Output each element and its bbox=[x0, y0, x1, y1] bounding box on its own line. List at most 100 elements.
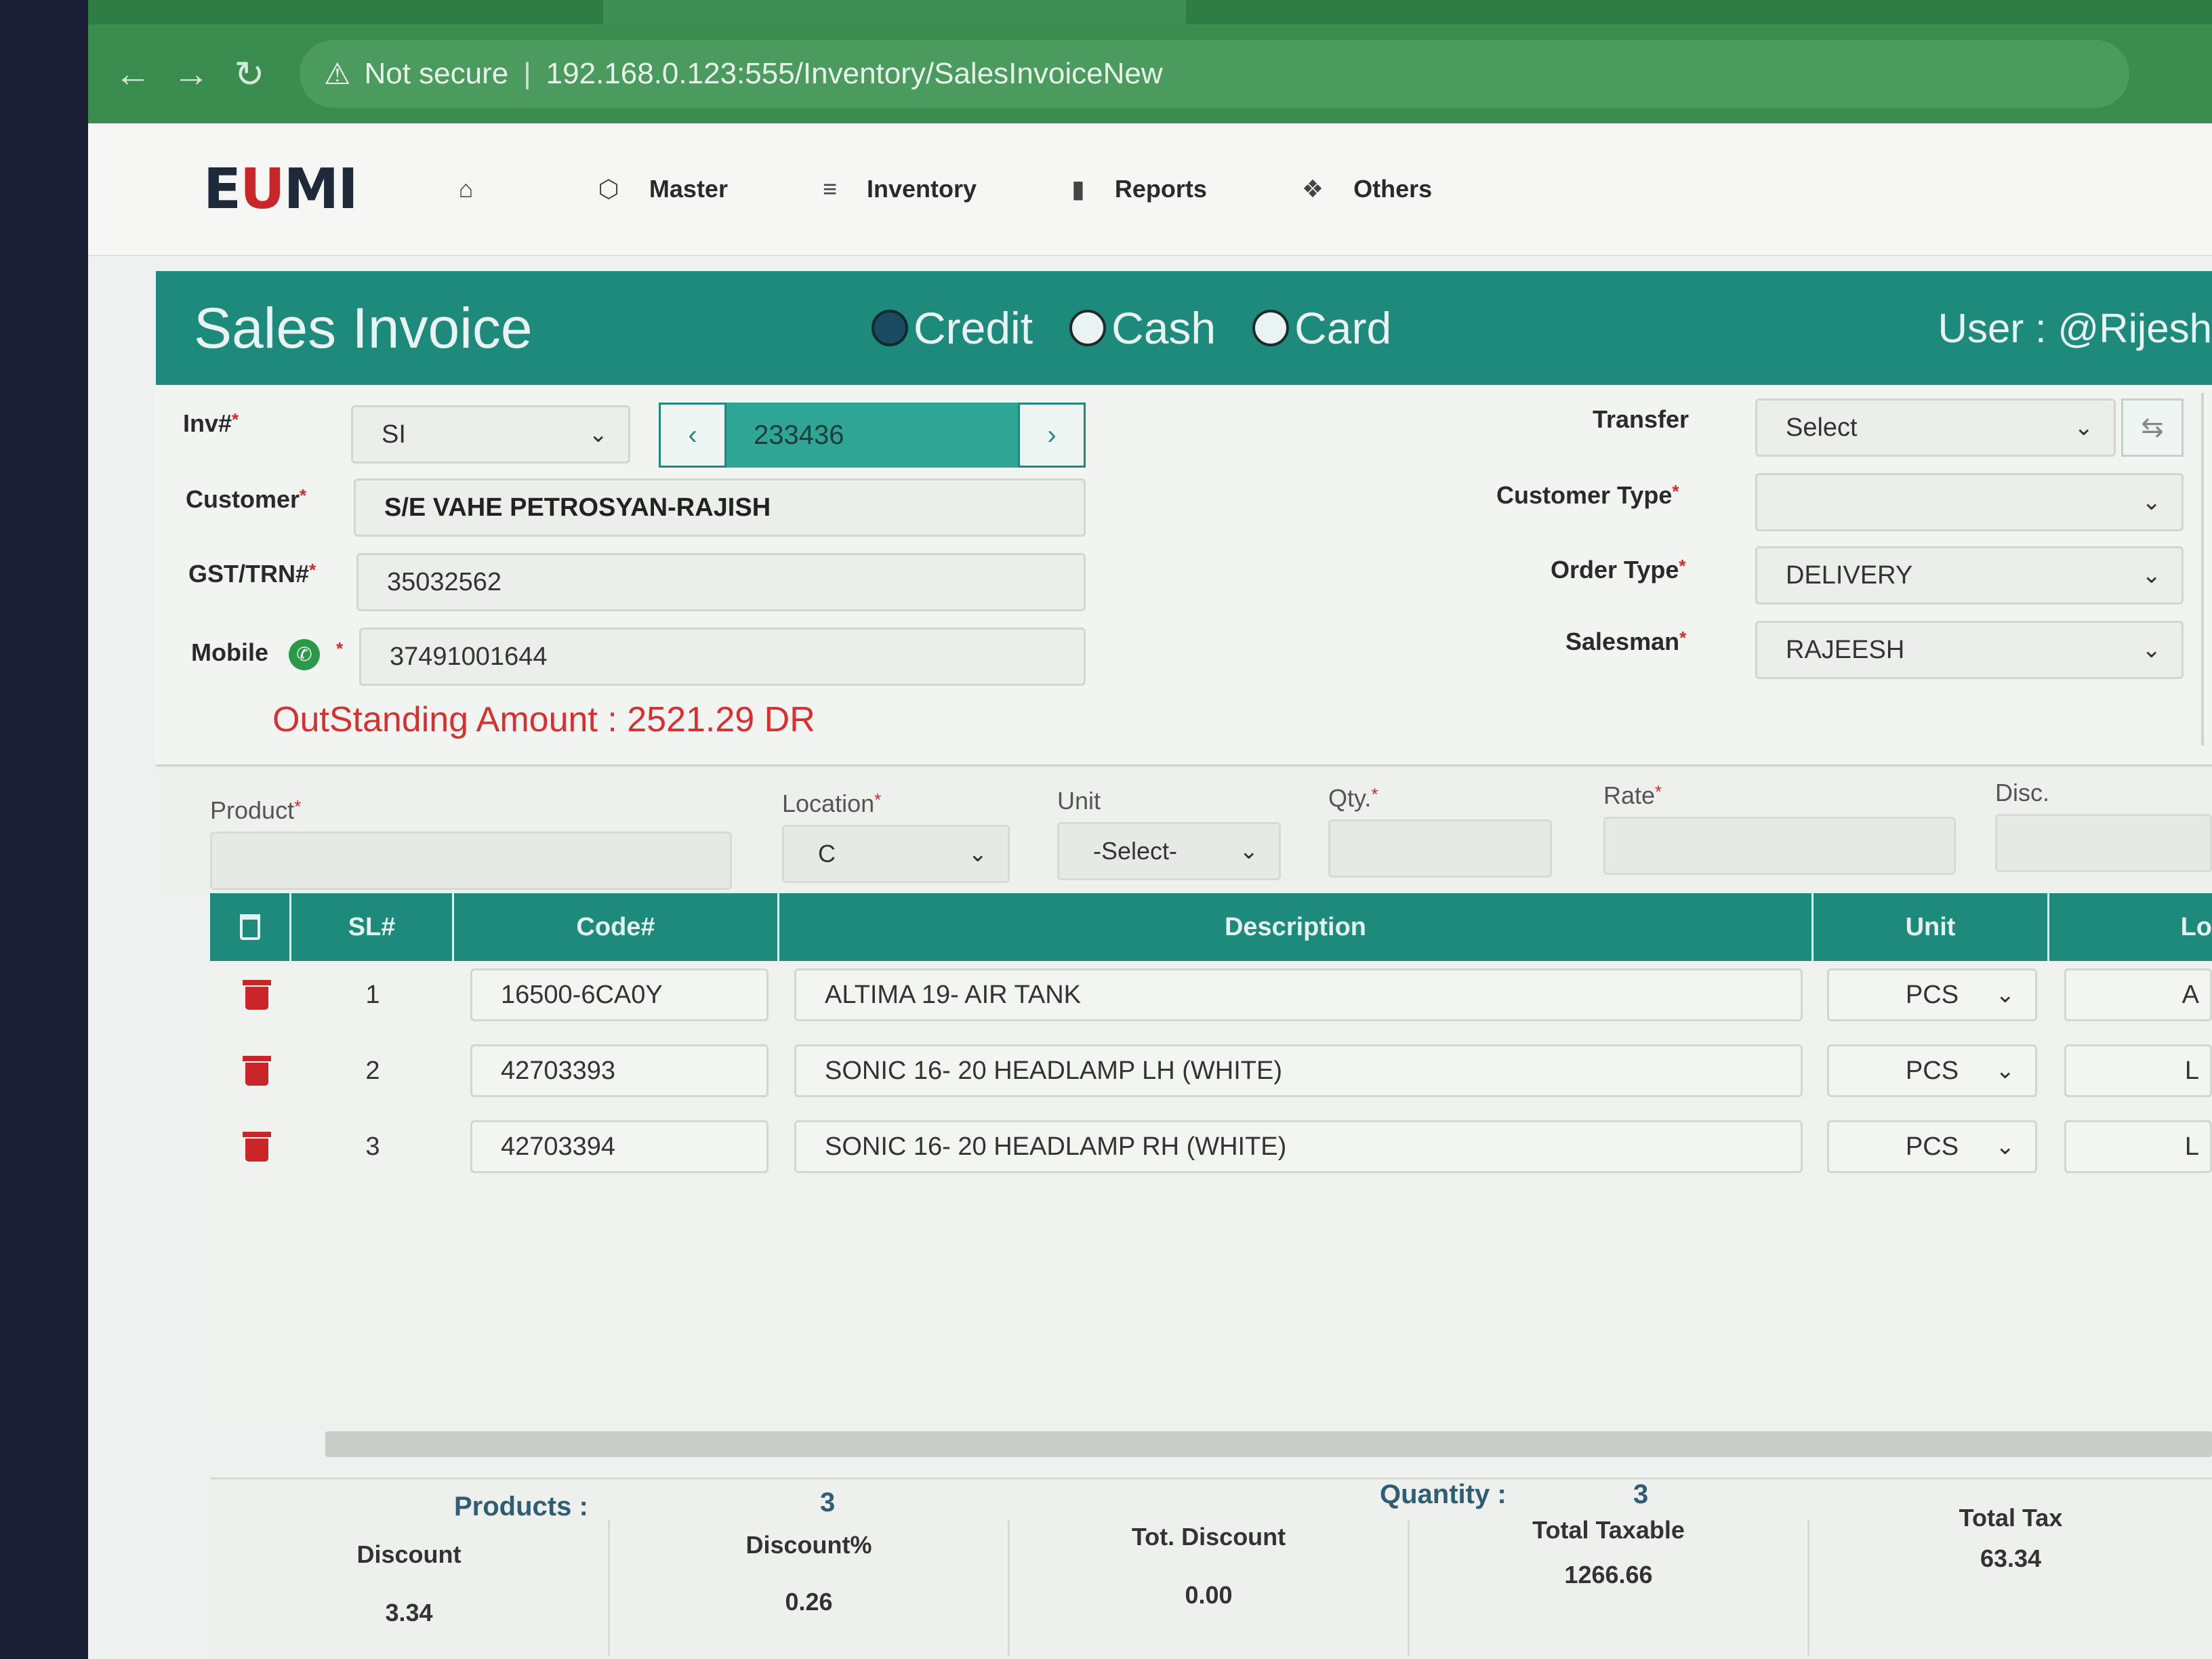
radio-credit[interactable]: Credit bbox=[872, 302, 1033, 354]
row-description[interactable]: SONIC 16- 20 HEADLAMP LH (WHITE) bbox=[794, 1044, 1803, 1097]
chevron-down-icon: ⌄ bbox=[1239, 838, 1259, 864]
forward-icon[interactable]: → bbox=[169, 52, 213, 96]
summary-total-taxable: Total Taxable 1266.66 bbox=[1410, 1516, 1809, 1656]
row-unit-value: PCS bbox=[1905, 1132, 1959, 1161]
order-type-select[interactable]: DELIVERY ⌄ bbox=[1755, 546, 2184, 605]
radio-card[interactable]: Card bbox=[1252, 302, 1391, 354]
row-unit-select[interactable]: PCS ⌄ bbox=[1827, 968, 2037, 1021]
summary-discount-percent: Discount% 0.26 bbox=[610, 1520, 1010, 1656]
table-horizontal-scrollbar[interactable] bbox=[325, 1431, 2212, 1457]
salesman-select[interactable]: RAJEESH ⌄ bbox=[1755, 621, 2184, 679]
back-icon[interactable]: ← bbox=[111, 52, 155, 96]
swap-icon: ⇆ bbox=[2141, 413, 2164, 443]
qty-input[interactable] bbox=[1328, 819, 1552, 878]
next-invoice-button[interactable]: › bbox=[1018, 403, 1086, 468]
menu-others[interactable]: ❖ Others bbox=[1302, 175, 1432, 203]
summary-total-taxable-value: 1266.66 bbox=[1564, 1561, 1653, 1589]
chevron-down-icon: ⌄ bbox=[1995, 1058, 2015, 1084]
inv-label: Inv#* bbox=[183, 409, 239, 437]
url-text: 192.168.0.123:555/Inventory/SalesInvoice… bbox=[546, 57, 1163, 90]
row-sl: 3 bbox=[365, 1132, 380, 1161]
summary-total-taxable-label: Total Taxable bbox=[1532, 1516, 1685, 1544]
chevron-right-icon: › bbox=[1047, 419, 1057, 450]
salesman-value: RAJEESH bbox=[1786, 635, 1905, 664]
table-row: 3 42703394 SONIC 16- 20 HEADLAMP RH (WHI… bbox=[210, 1113, 2212, 1181]
table-row: 2 42703393 SONIC 16- 20 HEADLAMP LH (WHI… bbox=[210, 1037, 2212, 1105]
row-loc[interactable]: A bbox=[2064, 968, 2212, 1021]
rate-input[interactable] bbox=[1603, 817, 1956, 875]
delete-row-button[interactable] bbox=[243, 1056, 271, 1086]
radio-cash-label: Cash bbox=[1111, 303, 1216, 353]
salesman-label: Salesman* bbox=[1565, 628, 1687, 655]
customer-type-label: Customer Type* bbox=[1496, 481, 1679, 509]
row-unit-select[interactable]: PCS ⌄ bbox=[1827, 1044, 2037, 1097]
row-unit-select[interactable]: PCS ⌄ bbox=[1827, 1120, 2037, 1173]
row-description[interactable]: SONIC 16- 20 HEADLAMP RH (WHITE) bbox=[794, 1120, 1803, 1173]
transfer-select[interactable]: Select ⌄ bbox=[1755, 398, 2116, 457]
description-column-header: Description bbox=[779, 893, 1814, 961]
radio-credit-label: Credit bbox=[914, 303, 1033, 353]
customer-label: Customer* bbox=[186, 485, 307, 513]
page-title: Sales Invoice bbox=[194, 295, 533, 360]
reload-icon[interactable]: ↻ bbox=[228, 52, 271, 96]
row-code[interactable]: 16500-6CA0Y bbox=[470, 968, 769, 1021]
row-description[interactable]: ALTIMA 19- AIR TANK bbox=[794, 968, 1803, 1021]
invoice-number[interactable]: 233436 bbox=[726, 403, 1018, 468]
row-code[interactable]: 42703394 bbox=[470, 1120, 769, 1173]
row-loc[interactable]: L bbox=[2064, 1120, 2212, 1173]
location-select[interactable]: C ⌄ bbox=[782, 825, 1010, 883]
radio-cash[interactable]: Cash bbox=[1069, 302, 1216, 354]
product-input[interactable] bbox=[210, 832, 732, 890]
product-label: Product* bbox=[210, 796, 302, 824]
prev-invoice-button[interactable]: ‹ bbox=[659, 403, 726, 468]
location-value: C bbox=[818, 840, 836, 867]
order-type-label: Order Type* bbox=[1551, 556, 1686, 583]
inv-series-select[interactable]: SI ⌄ bbox=[351, 405, 630, 464]
summary-total-discount: Tot. Discount 0.00 bbox=[1010, 1520, 1410, 1656]
unit-column-header: Unit bbox=[1814, 893, 2049, 961]
customer-type-select[interactable]: ⌄ bbox=[1755, 473, 2184, 531]
menu-home[interactable]: ⌂ bbox=[459, 175, 504, 203]
delete-row-button[interactable] bbox=[243, 980, 271, 1010]
summary-total-discount-label: Tot. Discount bbox=[1131, 1523, 1286, 1551]
trash-icon bbox=[245, 1139, 268, 1162]
app-logo[interactable]: EUMI bbox=[203, 157, 359, 222]
menu-reports[interactable]: ▮ Reports bbox=[1071, 175, 1207, 203]
summary-total-tax-label: Total Tax bbox=[1959, 1504, 2063, 1532]
menu-master-label: Master bbox=[649, 175, 728, 203]
unit-select[interactable]: -Select- ⌄ bbox=[1057, 822, 1281, 880]
customer-field[interactable]: S/E VAHE PETROSYAN-RAJISH bbox=[354, 478, 1086, 537]
gst-field[interactable]: 35032562 bbox=[356, 553, 1086, 611]
location-label: Location* bbox=[782, 790, 882, 817]
products-count-value: 3 bbox=[820, 1488, 836, 1517]
radio-card-dot bbox=[1252, 310, 1290, 346]
home-icon: ⌂ bbox=[458, 175, 474, 203]
browser-tab[interactable] bbox=[603, 0, 1186, 24]
menu-master[interactable]: ⬡ Master bbox=[598, 175, 728, 203]
order-type-value: DELIVERY bbox=[1786, 560, 1913, 590]
disc-input[interactable] bbox=[1995, 814, 2212, 872]
row-unit-value: PCS bbox=[1905, 980, 1959, 1009]
address-bar[interactable]: ⚠ Not secure | 192.168.0.123:555/Invento… bbox=[300, 40, 2129, 108]
row-sl: 1 bbox=[365, 980, 380, 1009]
chevron-down-icon: ⌄ bbox=[968, 841, 988, 867]
swap-button[interactable]: ⇆ bbox=[2121, 398, 2184, 457]
row-code[interactable]: 42703393 bbox=[470, 1044, 769, 1097]
menu-inventory[interactable]: ≡ Inventory bbox=[823, 175, 977, 203]
delete-column-header bbox=[210, 893, 291, 961]
items-table-body bbox=[210, 961, 2212, 1422]
delete-row-button[interactable] bbox=[243, 1132, 271, 1162]
summary-discount-label: Discount bbox=[356, 1540, 462, 1568]
app-header: EUMI ⌂ ⬡ Master ≡ Inventory ▮ Reports ❖ … bbox=[88, 123, 2212, 256]
user-label: User : @Rijesh bbox=[1938, 305, 2212, 351]
chevron-down-icon: ⌄ bbox=[2142, 489, 2162, 515]
cube-icon: ⬡ bbox=[598, 175, 619, 203]
radio-cash-dot bbox=[1069, 310, 1107, 346]
unit-label: Unit bbox=[1057, 787, 1101, 815]
browser-tabstrip bbox=[88, 0, 2212, 24]
outstanding-amount: OutStanding Amount : 2521.29 DR bbox=[272, 700, 815, 739]
loc-column-header: Lo bbox=[2180, 912, 2212, 941]
row-loc[interactable]: L bbox=[2064, 1044, 2212, 1097]
mobile-field[interactable]: 37491001644 bbox=[359, 628, 1086, 686]
invoice-header-form: Inv#* SI ⌄ ‹ 233436 › Customer* S/E VAHE… bbox=[156, 385, 2212, 764]
